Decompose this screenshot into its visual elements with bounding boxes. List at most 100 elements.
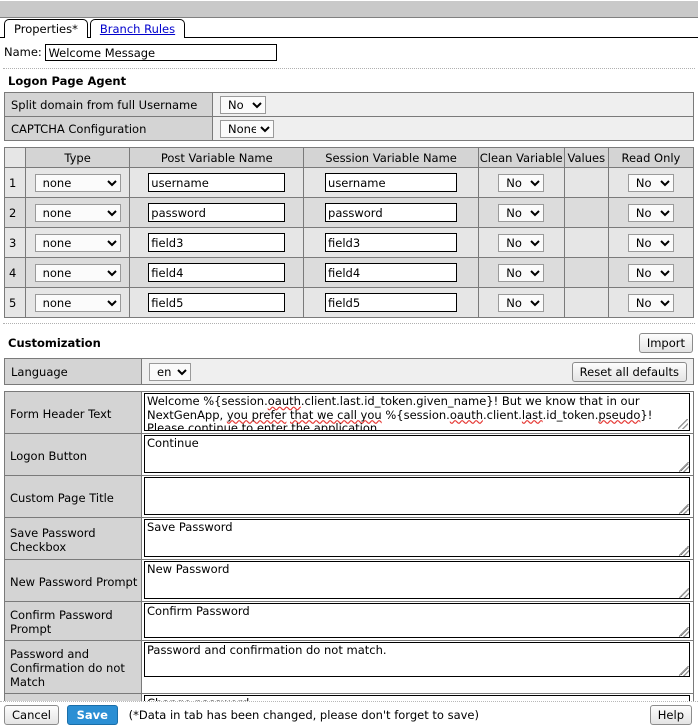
type-select[interactable]: none xyxy=(35,264,121,282)
post-variable-input[interactable] xyxy=(148,203,285,222)
password-confirmation-mismatch-label: Password and Confirmation do not Match xyxy=(5,641,142,694)
col-read-only: Read Only xyxy=(608,148,693,168)
name-row: Name: xyxy=(0,38,698,66)
cell-readonly: No xyxy=(608,198,693,228)
resize-grip-icon[interactable] xyxy=(679,462,689,472)
resize-grip-icon[interactable] xyxy=(679,504,689,514)
clean-variable-select[interactable]: No xyxy=(498,174,544,192)
read-only-select[interactable]: No xyxy=(628,174,674,192)
split-domain-label: Split domain from full Username xyxy=(5,93,213,117)
confirm-password-prompt-input[interactable]: Confirm Password xyxy=(144,603,690,638)
col-post-variable-name: Post Variable Name xyxy=(130,148,304,168)
row-number: 1 xyxy=(5,168,26,198)
cell-values xyxy=(564,258,608,288)
session-variable-input[interactable] xyxy=(325,263,457,282)
cancel-button[interactable]: Cancel xyxy=(4,705,59,725)
table-row: 3 none No No xyxy=(5,228,694,258)
session-variable-input[interactable] xyxy=(325,173,457,192)
logon-button-cell: Continue xyxy=(142,434,694,476)
spellcheck-flagged-text: oauth xyxy=(450,408,483,422)
read-only-select[interactable]: No xyxy=(628,294,674,312)
table-row: Password and Confirmation do not Match P… xyxy=(5,641,694,694)
cell-clean: No xyxy=(478,168,564,198)
save-password-checkbox-cell: Save Password xyxy=(142,518,694,560)
resize-grip-icon[interactable] xyxy=(679,546,689,556)
customization-header-row: Customization Import xyxy=(0,332,698,358)
logon-button-input[interactable]: Continue xyxy=(144,435,690,473)
post-variable-input[interactable] xyxy=(148,173,285,192)
password-confirmation-mismatch-input[interactable]: Password and confirmation do not match. xyxy=(144,642,690,677)
cell-session xyxy=(304,228,478,258)
spellcheck-flagged-text: the xyxy=(291,421,310,431)
clean-variable-select[interactable]: No xyxy=(498,264,544,282)
plain-text: }! xyxy=(640,408,652,422)
help-button[interactable]: Help xyxy=(650,705,692,725)
cell-session xyxy=(304,168,478,198)
new-password-prompt-input[interactable]: New Password xyxy=(144,561,690,599)
app-window: Properties* Branch Rules Name: Logon Pag… xyxy=(0,0,698,727)
col-clean-variable: Clean Variable xyxy=(478,148,564,168)
cell-type: none xyxy=(26,198,130,228)
form-header-text-input[interactable]: Welcome %{session.oauth.client.last.id_t… xyxy=(144,393,690,431)
col-type: Type xyxy=(26,148,130,168)
read-only-select[interactable]: No xyxy=(628,234,674,252)
reset-all-defaults-button[interactable]: Reset all defaults xyxy=(572,362,687,382)
cell-session xyxy=(304,198,478,228)
session-variable-input[interactable] xyxy=(325,203,457,222)
type-select[interactable]: none xyxy=(35,294,121,312)
plain-text: application. xyxy=(310,421,381,431)
tab-branch-rules[interactable]: Branch Rules xyxy=(90,19,185,38)
tab-properties-label: Properties* xyxy=(14,22,78,36)
col-rownum xyxy=(5,148,26,168)
post-variable-input[interactable] xyxy=(148,293,285,312)
type-select[interactable]: none xyxy=(35,174,121,192)
resize-grip-icon[interactable] xyxy=(679,627,689,637)
split-domain-select[interactable]: No xyxy=(220,96,266,114)
resize-grip-icon[interactable] xyxy=(679,666,689,676)
post-variable-input[interactable] xyxy=(148,263,285,282)
table-row: 4 none No No xyxy=(5,258,694,288)
captcha-config-cell: None xyxy=(213,117,694,141)
plain-text: enter xyxy=(253,421,291,431)
custom-page-title-label: Custom Page Title xyxy=(5,476,142,518)
save-button[interactable]: Save xyxy=(67,705,118,725)
footer-bar: Cancel Save (*Data in tab has been chang… xyxy=(0,701,698,727)
unsaved-changes-note: (*Data in tab has been changed, please d… xyxy=(129,708,479,722)
read-only-select[interactable]: No xyxy=(628,264,674,282)
form-header-text-value: Welcome %{session.oauth.client.last.id_t… xyxy=(147,394,652,431)
variables-table-header-row: Type Post Variable Name Session Variable… xyxy=(5,148,694,168)
password-confirmation-mismatch-cell: Password and confirmation do not match. xyxy=(142,641,694,694)
cell-values xyxy=(564,168,608,198)
table-row: Save Password Checkbox Save Password xyxy=(5,518,694,560)
row-number: 4 xyxy=(5,258,26,288)
resize-grip-icon[interactable] xyxy=(678,419,688,429)
cell-session xyxy=(304,258,478,288)
resize-grip-icon[interactable] xyxy=(679,588,689,598)
type-select[interactable]: none xyxy=(35,204,121,222)
type-select[interactable]: none xyxy=(35,234,121,252)
captcha-config-select[interactable]: None xyxy=(220,120,274,138)
clean-variable-select[interactable]: No xyxy=(498,234,544,252)
session-variable-input[interactable] xyxy=(325,233,457,252)
save-password-checkbox-input[interactable]: Save Password xyxy=(144,519,690,557)
tab-properties[interactable]: Properties* xyxy=(4,19,88,38)
row-number: 5 xyxy=(5,288,26,318)
language-label: Language xyxy=(5,359,142,385)
import-button[interactable]: Import xyxy=(639,333,693,353)
language-select[interactable]: en xyxy=(149,363,191,381)
plain-text: .id_token. xyxy=(543,408,599,422)
post-variable-input[interactable] xyxy=(148,233,285,252)
cell-post xyxy=(130,288,304,318)
custom-page-title-input[interactable] xyxy=(144,477,690,515)
spellcheck-flagged-text: oauth xyxy=(268,394,301,408)
spellcheck-flagged-text: last xyxy=(522,408,543,422)
session-variable-input[interactable] xyxy=(325,293,457,312)
read-only-select[interactable]: No xyxy=(628,204,674,222)
logon-button-label: Logon Button xyxy=(5,434,142,476)
plain-text: .client. xyxy=(483,408,522,422)
name-input[interactable] xyxy=(45,44,277,61)
cell-type: none xyxy=(26,168,130,198)
clean-variable-select[interactable]: No xyxy=(498,294,544,312)
clean-variable-select[interactable]: No xyxy=(498,204,544,222)
spellcheck-flagged-text: to xyxy=(242,421,254,431)
